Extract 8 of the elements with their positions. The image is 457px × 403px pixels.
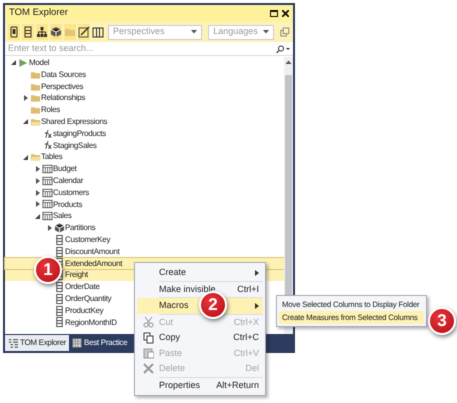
- shortcut-text: Ctrl+X: [234, 316, 259, 328]
- window-title: TOM Explorer: [9, 6, 68, 20]
- shortcut-text: Del: [245, 362, 259, 375]
- shortcut-text: Ctrl+V: [234, 346, 259, 360]
- shortcut-text: Ctrl+I: [237, 282, 259, 296]
- shortcut-text: Ctrl+C: [233, 331, 259, 344]
- step-number: 3: [428, 307, 456, 335]
- shortcut-text: Alt+Return: [216, 378, 259, 392]
